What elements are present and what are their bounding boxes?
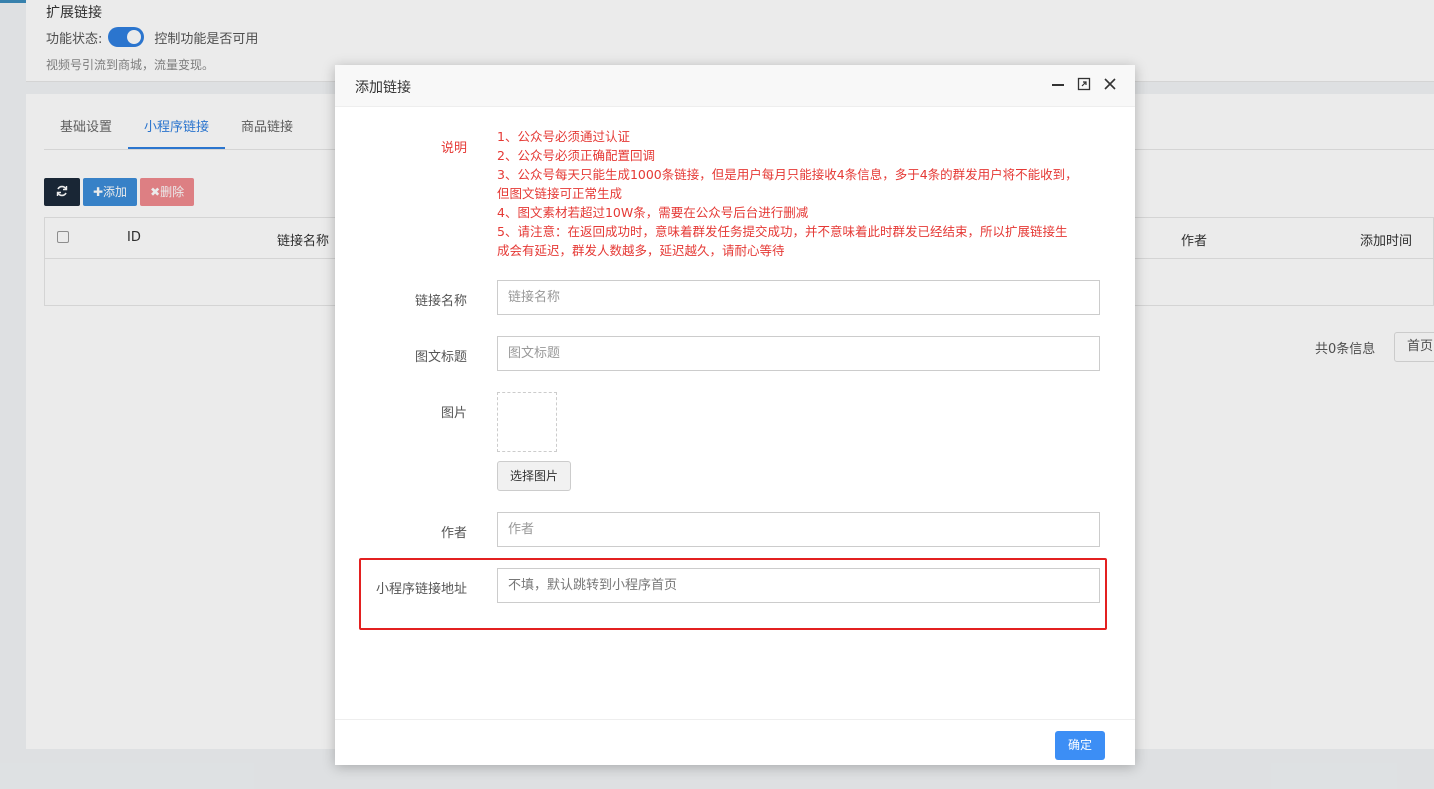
- article-title-input[interactable]: 图文标题: [497, 336, 1100, 371]
- miniapp-url-input[interactable]: 不填，默认跳转到小程序首页: [497, 568, 1100, 603]
- image-preview: [497, 392, 557, 452]
- notice-line: 3、公众号每天只能生成1000条链接，但是用户每月只能接收4条信息，多于4条的群…: [497, 167, 1078, 182]
- link-name-input[interactable]: 链接名称: [497, 280, 1100, 315]
- notice-line: 4、图文素材若超过10W条，需要在公众号后台进行删减: [497, 205, 809, 220]
- image-label: 图片: [440, 406, 467, 421]
- link-name-label: 链接名称: [414, 294, 467, 309]
- maximize-icon[interactable]: [1075, 77, 1093, 95]
- notice-line: 1、公众号必须通过认证: [497, 129, 630, 144]
- article-title-label: 图文标题: [414, 350, 467, 365]
- miniapp-url-label: 小程序链接地址: [375, 582, 467, 597]
- author-label: 作者: [440, 526, 467, 541]
- author-input[interactable]: 作者: [497, 512, 1100, 547]
- minimize-icon[interactable]: [1049, 77, 1067, 95]
- notice-line: 5、请注意：在返回成功时，意味着群发任务提交成功，并不意味着此时群发已经结束，所…: [497, 224, 1068, 239]
- choose-image-button[interactable]: 选择图片: [497, 461, 571, 491]
- notice-line: 成会有延迟，群发人数越多，延迟越久，请耐心等待: [497, 243, 785, 258]
- notice-line: 2、公众号必须正确配置回调: [497, 148, 655, 163]
- notice-label: 说明: [441, 141, 468, 156]
- add-link-dialog: 添加链接 说明 1、公众号必须通过认证 2、公众号必须正确配置回调 3、公众号每…: [335, 65, 1135, 765]
- dialog-title: 添加链接: [355, 80, 411, 96]
- dialog-footer: 确定: [335, 719, 1135, 765]
- confirm-button[interactable]: 确定: [1055, 731, 1105, 760]
- close-icon[interactable]: [1101, 77, 1119, 95]
- notice-text: 1、公众号必须通过认证 2、公众号必须正确配置回调 3、公众号每天只能生成100…: [497, 127, 1097, 260]
- notice-line: 但图文链接可正常生成: [497, 186, 623, 201]
- dialog-header: 添加链接: [335, 65, 1135, 107]
